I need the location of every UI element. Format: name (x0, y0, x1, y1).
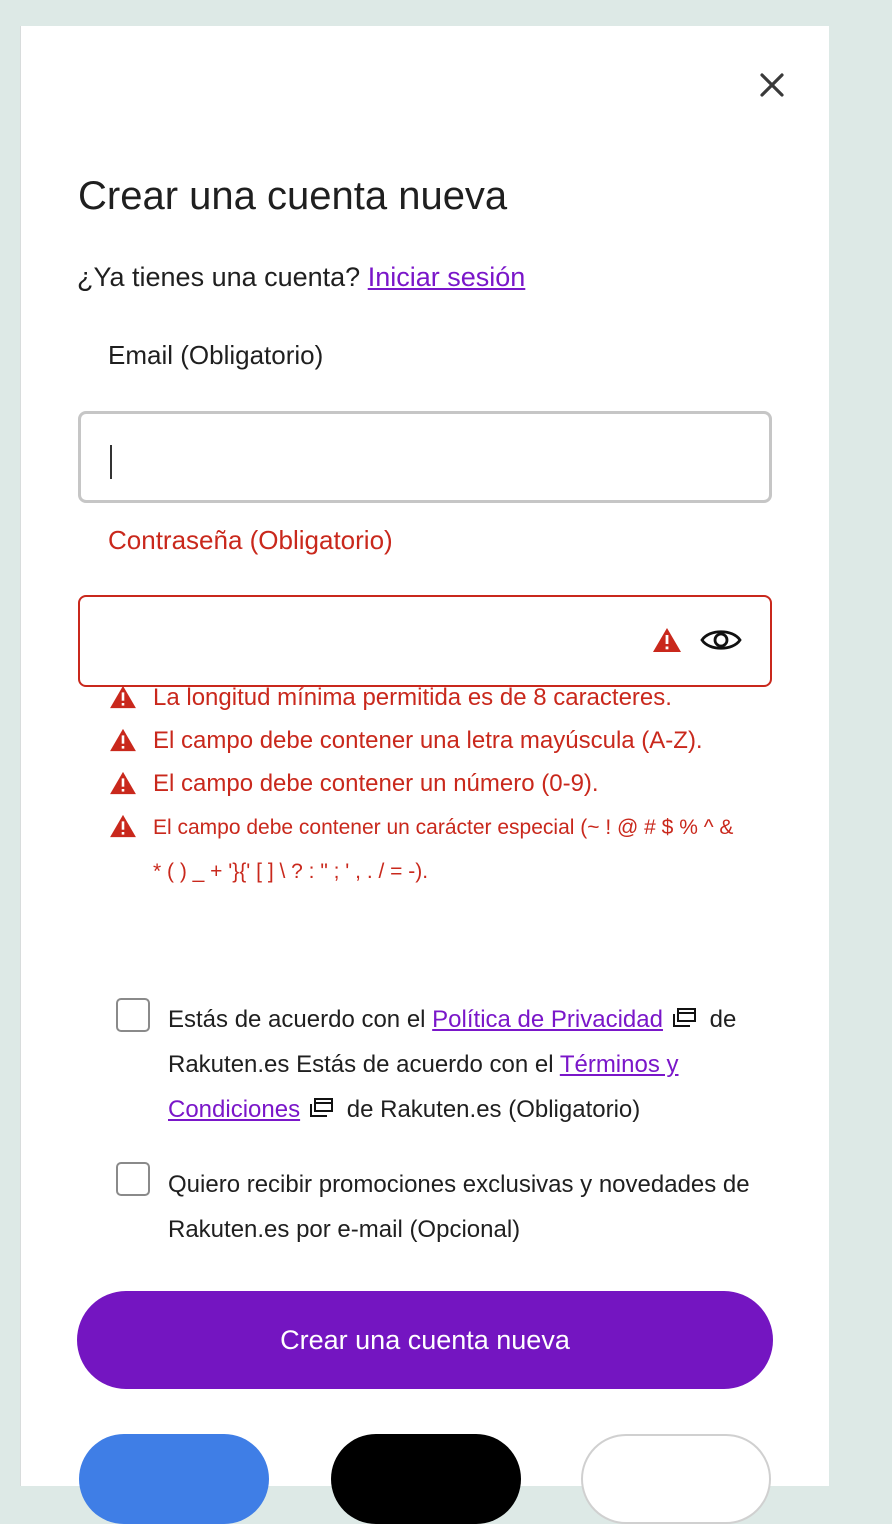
password-field[interactable] (78, 595, 772, 687)
error-special-char: El campo debe contener un carácter espec… (107, 805, 747, 893)
warning-icon (110, 728, 136, 752)
terms-checkbox[interactable] (116, 998, 150, 1032)
error-text: La longitud mínima permitida es de 8 car… (153, 684, 672, 711)
apple-signin-button[interactable] (331, 1434, 521, 1524)
promo-consent-text: Quiero recibir promociones exclusivas y … (168, 1171, 750, 1243)
error-number: El campo debe contener un número (0-9). (107, 762, 747, 805)
warning-icon (110, 685, 136, 709)
signup-modal: Crear una cuenta nueva ¿Ya tienes una cu… (20, 26, 829, 1524)
email-field[interactable] (78, 411, 772, 503)
error-min-length: La longitud mínima permitida es de 8 car… (107, 676, 747, 719)
warning-icon (110, 814, 136, 838)
external-link-icon (310, 1098, 334, 1117)
password-label: Contraseña (Obligatorio) (108, 525, 393, 555)
create-account-button[interactable]: Crear una cuenta nueva (77, 1291, 773, 1389)
promo-checkbox[interactable] (116, 1162, 150, 1196)
text-caret (110, 445, 112, 479)
signin-prompt: ¿Ya tienes una cuenta? Iniciar sesión (77, 262, 525, 293)
close-icon[interactable] (757, 70, 787, 100)
terms-suffix: de Rakuten.es (Obligatorio) (346, 1096, 641, 1123)
error-text: El campo debe contener un carácter espec… (153, 816, 734, 883)
external-link-icon (672, 1008, 696, 1027)
signin-prompt-text: ¿Ya tienes una cuenta? (77, 262, 361, 292)
signin-link[interactable]: Iniciar sesión (368, 262, 526, 292)
password-error-list: La longitud mínima permitida es de 8 car… (107, 676, 747, 893)
privacy-policy-link[interactable]: Política de Privacidad (432, 1006, 663, 1033)
social-signin-button[interactable] (581, 1434, 771, 1524)
error-uppercase: El campo debe contener una letra mayúscu… (107, 719, 747, 762)
page-title: Crear una cuenta nueva (78, 174, 508, 218)
google-signin-button[interactable] (79, 1434, 269, 1524)
warning-icon (110, 771, 136, 795)
warning-icon (653, 628, 681, 652)
terms-consent-text: Estás de acuerdo con el Política de Priv… (168, 997, 778, 1132)
email-label: Email (Obligatorio) (108, 340, 324, 370)
terms-prefix: Estás de acuerdo con el (168, 1006, 426, 1033)
error-text: El campo debe contener un número (0-9). (153, 770, 599, 797)
eye-icon[interactable] (700, 624, 742, 656)
error-text: El campo debe contener una letra mayúscu… (153, 727, 703, 754)
